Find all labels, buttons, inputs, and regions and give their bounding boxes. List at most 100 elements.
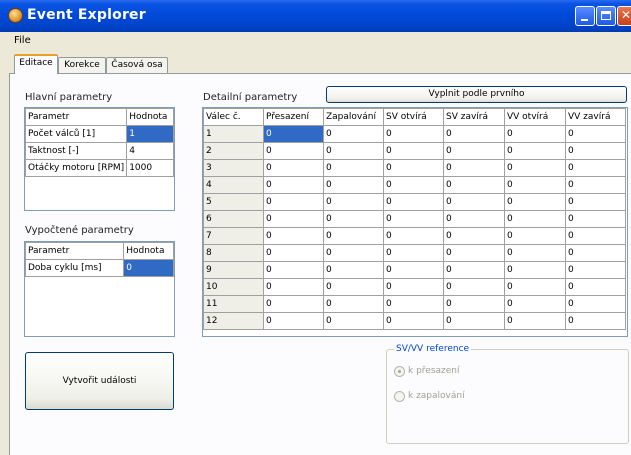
table-row[interactable]: 10 0 0 0 0 0 0 xyxy=(203,278,626,296)
param-value-cell[interactable]: 4 xyxy=(126,142,174,160)
table-row[interactable]: 6000000 xyxy=(203,210,626,228)
create-events-button[interactable]: Vytvořit události xyxy=(25,352,174,410)
detail-params-grid[interactable]: Válec č. Přesazení Zapalování SV otvírá … xyxy=(202,107,628,337)
detail-value-cell[interactable]: 0 xyxy=(443,210,505,228)
minimize-button[interactable] xyxy=(575,6,595,26)
detail-value-cell[interactable]: 0 xyxy=(383,210,444,228)
table-row[interactable]: 9000000 xyxy=(203,261,626,279)
detail-value-cell[interactable]: 0 xyxy=(443,312,505,330)
detail-value-cell[interactable]: 0 xyxy=(504,227,566,245)
detail-value-cell[interactable]: 0 xyxy=(565,125,626,143)
detail-value-cell[interactable]: 0 xyxy=(383,142,444,160)
tab-korekce[interactable]: Korekce xyxy=(58,57,106,73)
param-value-cell[interactable]: 0 xyxy=(123,259,174,277)
table-row[interactable]: 11 0 0 0 0 0 0 xyxy=(203,295,626,313)
detail-value-cell[interactable]: 0 xyxy=(443,261,505,279)
detail-value-cell[interactable]: 0 xyxy=(443,176,505,194)
detail-value-cell[interactable]: 0 xyxy=(383,312,444,330)
detail-value-cell[interactable]: 0 xyxy=(323,210,384,228)
detail-value-cell[interactable]: 0 xyxy=(383,261,444,279)
table-row[interactable]: 3000000 xyxy=(203,159,626,177)
detail-value-cell[interactable]: 0 xyxy=(443,193,505,211)
detail-value-cell[interactable]: 0 xyxy=(443,278,505,296)
detail-value-cell[interactable]: 0 xyxy=(565,210,626,228)
detail-value-cell[interactable]: 0 xyxy=(565,261,626,279)
detail-value-cell[interactable]: 0 xyxy=(263,176,324,194)
table-row[interactable]: 12 0 0 0 0 0 0 xyxy=(203,312,626,330)
table-row[interactable]: Taktnost [-] 4 xyxy=(24,142,174,160)
detail-value-cell[interactable]: 0 xyxy=(263,278,324,296)
fill-by-first-button[interactable]: Vyplnit podle prvního xyxy=(326,86,627,103)
detail-value-cell[interactable]: 0 xyxy=(504,295,566,313)
detail-value-cell[interactable]: 0 xyxy=(323,244,384,262)
main-params-grid[interactable]: Parametr Hodnota Počet válců [1] 1 Taktn… xyxy=(24,107,175,211)
table-row[interactable]: Doba cyklu [ms] 0 xyxy=(24,259,174,277)
detail-value-cell[interactable]: 0 xyxy=(263,193,324,211)
detail-value-cell[interactable]: 0 xyxy=(504,278,566,296)
detail-value-cell[interactable]: 0 xyxy=(383,278,444,296)
detail-value-cell[interactable]: 0 xyxy=(383,295,444,313)
detail-value-cell[interactable]: 0 xyxy=(504,142,566,160)
detail-value-cell[interactable]: 0 xyxy=(565,244,626,262)
detail-value-cell[interactable]: 0 xyxy=(565,227,626,245)
detail-value-cell[interactable]: 0 xyxy=(263,261,324,279)
detail-value-cell[interactable]: 0 xyxy=(323,176,384,194)
detail-value-cell[interactable]: 0 xyxy=(323,261,384,279)
detail-value-cell[interactable]: 0 xyxy=(565,142,626,160)
detail-value-cell[interactable]: 0 xyxy=(383,227,444,245)
detail-value-cell[interactable]: 0 xyxy=(565,295,626,313)
title-bar[interactable]: Event Explorer xyxy=(0,0,631,32)
detail-value-cell[interactable]: 0 xyxy=(443,244,505,262)
maximize-button[interactable] xyxy=(596,6,616,26)
detail-value-cell[interactable]: 0 xyxy=(504,159,566,177)
detail-value-cell[interactable]: 0 xyxy=(263,125,324,143)
detail-value-cell[interactable]: 0 xyxy=(565,193,626,211)
detail-value-cell[interactable]: 0 xyxy=(504,176,566,194)
detail-value-cell[interactable]: 0 xyxy=(263,312,324,330)
detail-value-cell[interactable]: 0 xyxy=(383,176,444,194)
table-row[interactable]: 4000000 xyxy=(203,176,626,194)
detail-value-cell[interactable]: 0 xyxy=(443,227,505,245)
table-row[interactable]: 8000000 xyxy=(203,244,626,262)
detail-value-cell[interactable]: 0 xyxy=(504,244,566,262)
detail-value-cell[interactable]: 0 xyxy=(383,125,444,143)
radio-k-presazeni[interactable] xyxy=(394,366,405,377)
detail-value-cell[interactable]: 0 xyxy=(263,159,324,177)
detail-value-cell[interactable]: 0 xyxy=(383,159,444,177)
detail-value-cell[interactable]: 0 xyxy=(263,142,324,160)
detail-value-cell[interactable]: 0 xyxy=(323,142,384,160)
computed-params-grid[interactable]: Parametr Hodnota Doba cyklu [ms] 0 xyxy=(24,241,175,337)
detail-value-cell[interactable]: 0 xyxy=(323,159,384,177)
table-row[interactable]: Počet válců [1] 1 xyxy=(24,125,174,143)
detail-value-cell[interactable]: 0 xyxy=(504,193,566,211)
param-value-cell[interactable]: 1000 xyxy=(126,159,174,177)
detail-value-cell[interactable]: 0 xyxy=(323,312,384,330)
detail-value-cell[interactable]: 0 xyxy=(565,312,626,330)
menu-file[interactable]: File xyxy=(14,35,31,46)
detail-value-cell[interactable]: 0 xyxy=(504,210,566,228)
detail-value-cell[interactable]: 0 xyxy=(443,142,505,160)
detail-value-cell[interactable]: 0 xyxy=(263,210,324,228)
detail-value-cell[interactable]: 0 xyxy=(323,295,384,313)
detail-value-cell[interactable]: 0 xyxy=(263,244,324,262)
detail-value-cell[interactable]: 0 xyxy=(383,244,444,262)
tab-editace[interactable]: Editace xyxy=(14,54,58,74)
detail-value-cell[interactable]: 0 xyxy=(323,193,384,211)
detail-value-cell[interactable]: 0 xyxy=(504,261,566,279)
table-row[interactable]: 2000000 xyxy=(203,142,626,160)
detail-value-cell[interactable]: 0 xyxy=(323,227,384,245)
detail-value-cell[interactable]: 0 xyxy=(263,227,324,245)
detail-value-cell[interactable]: 0 xyxy=(323,125,384,143)
detail-value-cell[interactable]: 0 xyxy=(504,312,566,330)
detail-value-cell[interactable]: 0 xyxy=(263,295,324,313)
detail-value-cell[interactable]: 0 xyxy=(504,125,566,143)
tab-casova-osa[interactable]: Časová osa xyxy=(106,57,168,73)
detail-value-cell[interactable]: 0 xyxy=(323,278,384,296)
table-row[interactable]: 1000000 xyxy=(203,125,626,143)
detail-value-cell[interactable]: 0 xyxy=(565,278,626,296)
param-value-cell[interactable]: 1 xyxy=(126,125,174,143)
detail-value-cell[interactable]: 0 xyxy=(565,176,626,194)
close-button[interactable] xyxy=(617,6,631,26)
table-row[interactable]: 5000000 xyxy=(203,193,626,211)
detail-value-cell[interactable]: 0 xyxy=(443,295,505,313)
